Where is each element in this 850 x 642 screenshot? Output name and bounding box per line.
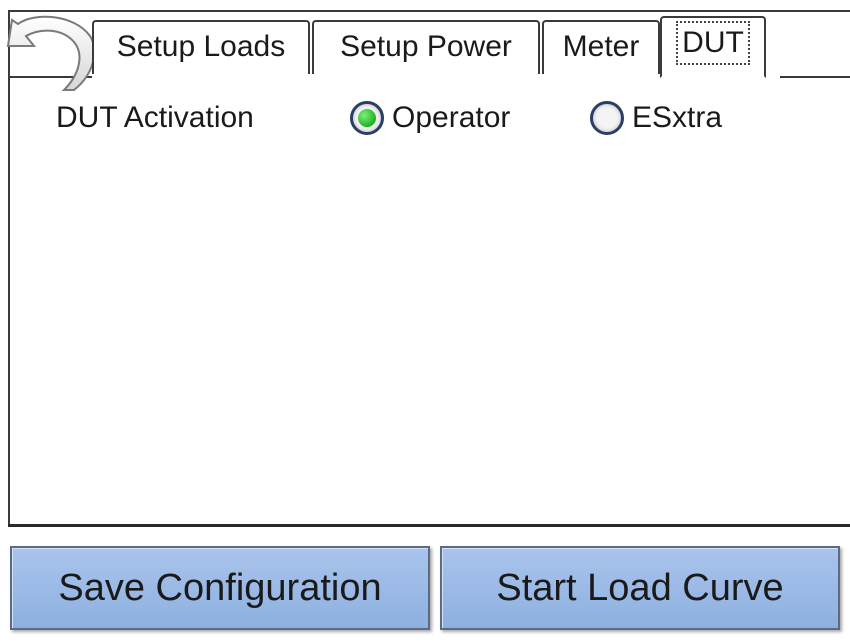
frame-top-border (8, 10, 850, 12)
radio-label: Operator (392, 101, 511, 134)
tab-baseline (780, 76, 850, 78)
bottom-separator (8, 524, 850, 527)
back-arrow-icon[interactable] (4, 6, 100, 96)
tab-label: Meter (562, 30, 640, 63)
tab-dut[interactable]: DUT (660, 16, 766, 78)
tab-setup-loads[interactable]: Setup Loads (92, 20, 310, 74)
radio-circle[interactable] (590, 101, 624, 135)
tab-label: Setup Loads (116, 30, 286, 63)
radio-esxtra[interactable]: ESxtra (590, 98, 722, 138)
start-load-curve-button[interactable]: Start Load Curve (440, 546, 840, 630)
tab-label: Setup Power (340, 30, 512, 63)
radio-selected-dot (358, 109, 376, 127)
dut-activation-label: DUT Activation (56, 101, 254, 134)
tab-setup-power[interactable]: Setup Power (312, 20, 540, 74)
radio-circle[interactable] (350, 101, 384, 135)
radio-label: ESxtra (632, 101, 723, 134)
tab-meter[interactable]: Meter (542, 20, 660, 74)
radio-operator[interactable]: Operator (350, 98, 510, 138)
tab-label: DUT (676, 21, 750, 65)
save-configuration-button[interactable]: Save Configuration (10, 546, 430, 630)
